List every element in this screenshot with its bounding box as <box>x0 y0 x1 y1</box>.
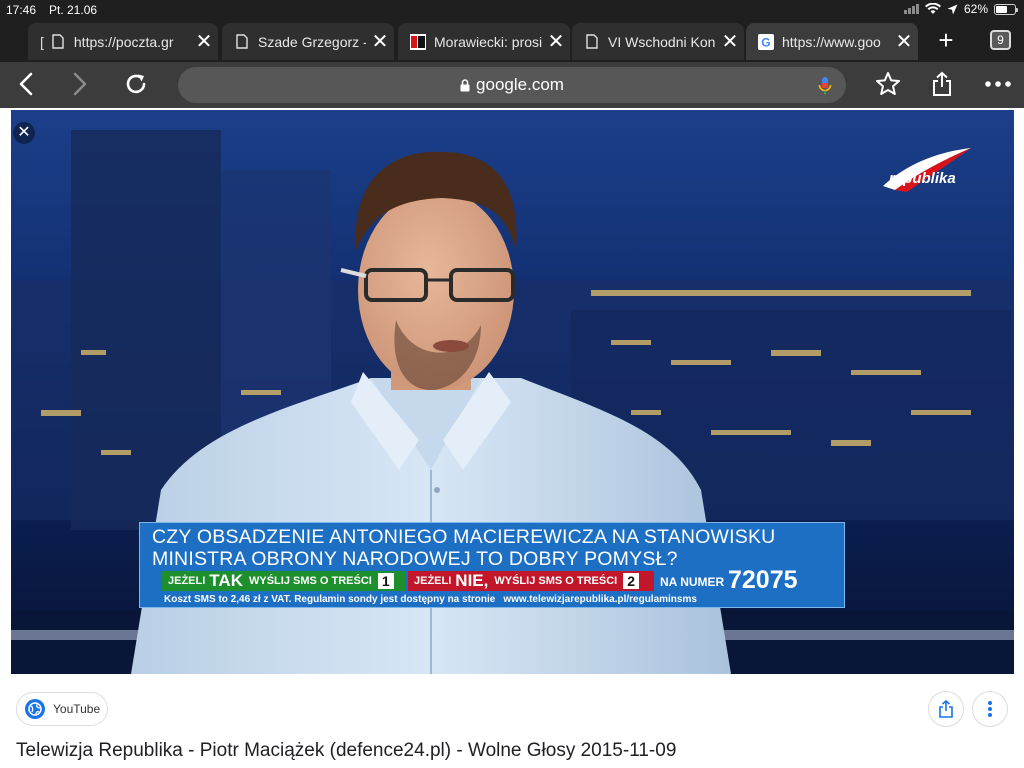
reload-icon <box>126 74 146 94</box>
result-caption: Telewizja Republika - Piotr Maciążek (de… <box>16 740 677 761</box>
poll-no-option: JEŻELI NIE, WYŚLIJ SMS O TREŚCI 2 <box>408 571 654 591</box>
star-icon <box>876 72 900 95</box>
tab-close-icon[interactable]: ✕ <box>366 29 394 54</box>
tab-strip: [ https://poczta.gr ✕ Szade Grzegorz - ✕… <box>0 20 1024 62</box>
tab-close-icon[interactable]: ✕ <box>542 29 570 54</box>
yes-prefix: JEŻELI <box>168 575 206 587</box>
lock-icon <box>460 78 470 92</box>
source-name: YouTube <box>53 702 101 716</box>
tab-szade[interactable]: Szade Grzegorz - ✕ <box>222 23 394 60</box>
bookmark-button[interactable] <box>872 68 904 100</box>
tab-close-icon[interactable]: ✕ <box>716 29 744 54</box>
more-horizontal-icon <box>985 81 1011 87</box>
poll-question-line1: CZY OBSADZENIE ANTONIEGO MACIEREWICZA NA… <box>152 526 776 548</box>
status-indicators: 62% <box>903 2 1018 16</box>
poll-footer-text: Koszt SMS to 2,46 zł z VAT. Regulamin so… <box>164 594 496 605</box>
share-icon <box>933 71 951 96</box>
poll-yes-option: JEŻELI TAK WYŚLIJ SMS O TREŚCI 1 <box>162 571 406 591</box>
google-icon: G <box>758 33 774 50</box>
tab-poczta[interactable]: [ https://poczta.gr ✕ <box>28 23 218 60</box>
poll-question: CZY OBSADZENIE ANTONIEGO MACIEREWICZA NA… <box>152 526 775 570</box>
page-icon <box>584 34 600 50</box>
more-vertical-icon <box>988 701 992 717</box>
new-tab-button[interactable]: + <box>930 26 962 56</box>
tab-title: Szade Grzegorz - <box>258 33 366 50</box>
battery-icon <box>994 3 1018 15</box>
browser-toolbar: google.com <box>0 62 1024 108</box>
address-bar[interactable]: google.com <box>178 67 846 103</box>
no-prefix: JEŻELI <box>414 575 452 587</box>
tab-google[interactable]: G https://www.goo ✕ <box>746 23 918 60</box>
poll-footer: Koszt SMS to 2,46 zł z VAT. Regulamin so… <box>164 594 697 605</box>
source-chip[interactable]: YouTube <box>16 692 108 726</box>
tab-title: https://www.goo <box>782 33 881 50</box>
chevron-left-icon <box>19 72 33 96</box>
page-icon <box>234 34 250 50</box>
tab-morawiecki[interactable]: Morawiecki: prosi ✕ <box>398 23 570 60</box>
page-icon <box>50 34 66 50</box>
republika-logo: republika <box>877 140 977 196</box>
yes-word: TAK <box>209 571 243 590</box>
no-suffix: WYŚLIJ SMS O TREŚCI <box>494 575 618 587</box>
yes-code: 1 <box>377 573 394 589</box>
tab-close-icon[interactable]: ✕ <box>890 29 918 54</box>
share-button[interactable] <box>926 68 958 100</box>
poll-question-line2: MINISTRA OBRONY NARODOWEJ TO DOBRY POMYS… <box>152 548 678 570</box>
close-preview-icon[interactable]: ✕ <box>13 122 35 144</box>
tab-loading-glyph: [ <box>40 33 44 50</box>
sms-number: 72075 <box>728 566 798 594</box>
url-text: google.com <box>476 75 564 94</box>
more-options-button[interactable] <box>972 691 1008 727</box>
share-icon <box>939 700 953 718</box>
svg-text:G: G <box>761 35 770 49</box>
location-icon <box>947 4 958 14</box>
tab-count-button[interactable]: 9 <box>990 30 1011 50</box>
tab-title: Morawiecki: prosi <box>434 33 542 50</box>
share-result-button[interactable] <box>928 691 964 727</box>
logo-text: republika <box>889 170 956 187</box>
result-details: YouTube Telewizja Republika - Piotr Maci… <box>0 676 1024 768</box>
np-logo-icon <box>410 33 426 50</box>
na-numer-label: NA NUMER <box>660 575 725 589</box>
microphone-icon[interactable] <box>818 76 832 101</box>
more-menu-button[interactable] <box>982 68 1014 100</box>
poll-ticker: CZY OBSADZENIE ANTONIEGO MACIEREWICZA NA… <box>139 522 845 608</box>
tab-wschodni[interactable]: VI Wschodni Kon ✕ <box>572 23 744 60</box>
signal-icon <box>903 4 919 14</box>
yes-suffix: WYŚLIJ SMS O TREŚCI <box>248 575 372 587</box>
battery-percentage: 62% <box>963 2 988 16</box>
status-bar: 17:46 Pt. 21.06 62% <box>0 0 1024 20</box>
tab-close-icon[interactable]: ✕ <box>190 29 218 54</box>
no-word: NIE, <box>455 571 489 590</box>
chevron-right-icon <box>73 72 87 96</box>
forward-button[interactable] <box>64 68 96 100</box>
poll-footer-url: www.telewizjarepublika.pl/regulaminsms <box>503 594 697 605</box>
reload-button[interactable] <box>120 68 152 100</box>
status-time: 17:46 <box>6 3 37 17</box>
status-date: Pt. 21.06 <box>49 3 98 17</box>
video-preview[interactable]: ✕ republika CZY OBSADZENIE ANTONIEGO MAC… <box>11 110 1014 674</box>
wifi-icon <box>924 3 941 14</box>
tab-title: https://poczta.gr <box>73 33 174 50</box>
globe-icon <box>25 699 45 719</box>
back-button[interactable] <box>10 68 42 100</box>
no-code: 2 <box>623 573 640 589</box>
tab-title: VI Wschodni Kon <box>608 33 716 50</box>
